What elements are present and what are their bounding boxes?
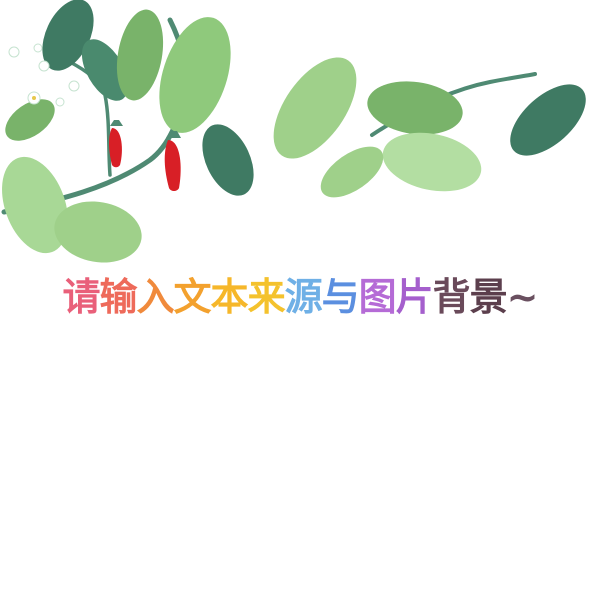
- headline-char: 入: [136, 275, 175, 319]
- headline-char: 来: [247, 275, 286, 319]
- leaf-far-right-dark: [510, 84, 586, 156]
- flower-center: [32, 96, 36, 100]
- poster-canvas: 请输入文本来源与图片背景~: [0, 0, 600, 600]
- headline-text: 请输入文本来源与图片背景~: [0, 272, 600, 322]
- headline-char: 输: [99, 275, 138, 319]
- leaf-right-small: [320, 146, 384, 198]
- headline-char: 源: [284, 275, 323, 319]
- headline-char: 与: [321, 275, 360, 319]
- headline-char: 本: [210, 275, 249, 319]
- headline-char: 文: [173, 275, 212, 319]
- headline-char: 图: [358, 275, 397, 319]
- pepper-left-cap: [110, 120, 123, 126]
- headline-char: 请: [62, 275, 100, 319]
- pepper-plant-illustration: [1, 0, 586, 263]
- leaf-right-pale: [382, 132, 482, 192]
- headline-char: 景: [469, 275, 508, 319]
- headline-char: 片: [395, 275, 434, 319]
- pepper-right: [164, 140, 181, 191]
- headline-char: 背: [432, 275, 471, 319]
- headline-char: ~: [506, 275, 539, 319]
- leaf-dark-right: [202, 124, 254, 196]
